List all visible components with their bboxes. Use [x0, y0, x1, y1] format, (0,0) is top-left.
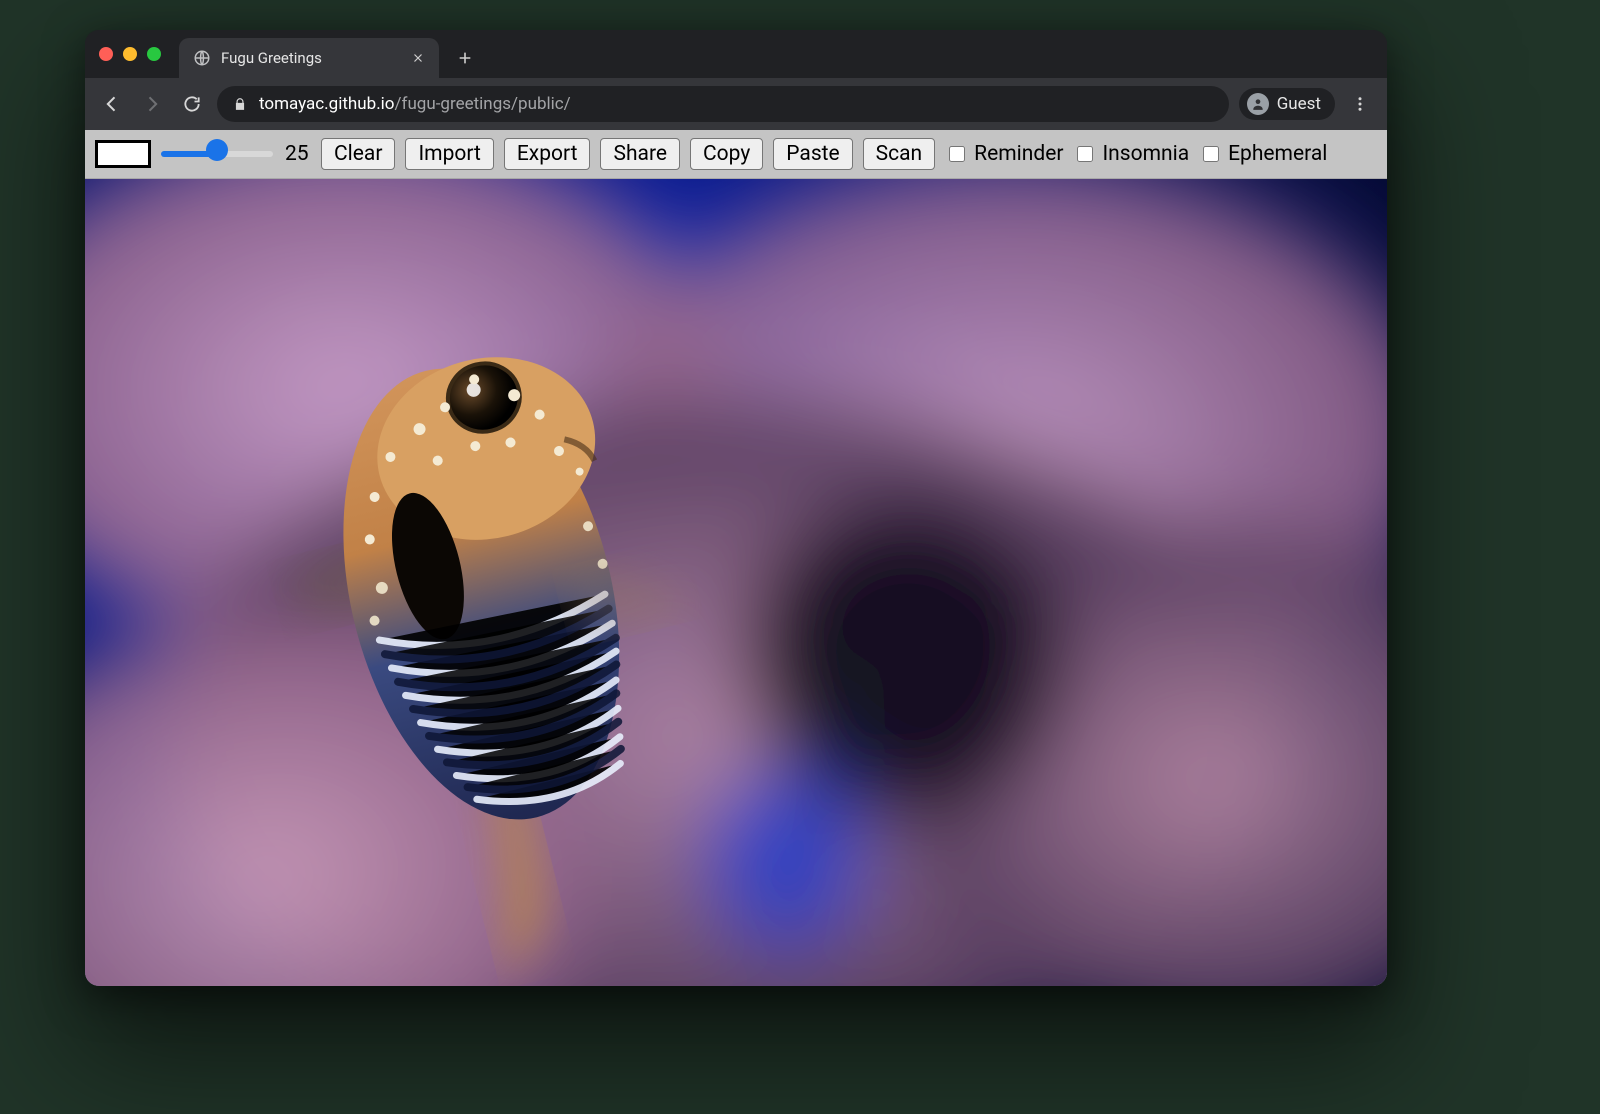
reminder-checkbox-input[interactable] [949, 146, 965, 162]
new-tab-button[interactable] [447, 40, 483, 76]
globe-icon [193, 49, 211, 67]
window-controls [99, 30, 179, 78]
paste-button[interactable]: Paste [773, 138, 852, 170]
insomnia-checkbox-input[interactable] [1077, 146, 1093, 162]
reminder-checkbox[interactable]: Reminder [945, 142, 1063, 166]
browser-toolbar: tomayac.github.io/fugu-greetings/public/… [85, 78, 1387, 130]
share-button[interactable]: Share [600, 138, 680, 170]
url-text: tomayac.github.io/fugu-greetings/public/ [259, 94, 571, 114]
window-zoom-button[interactable] [147, 47, 161, 61]
back-button[interactable] [97, 89, 127, 119]
window-close-button[interactable] [99, 47, 113, 61]
brush-size-slider-wrap [161, 149, 275, 159]
page-content: 25 Clear Import Export Share Copy Paste … [85, 130, 1387, 986]
browser-menu-button[interactable] [1345, 89, 1375, 119]
ephemeral-checkbox[interactable]: Ephemeral [1199, 142, 1327, 166]
address-bar[interactable]: tomayac.github.io/fugu-greetings/public/ [217, 86, 1229, 122]
url-host: tomayac.github.io [259, 94, 395, 114]
ephemeral-checkbox-input[interactable] [1203, 146, 1219, 162]
guest-label: Guest [1277, 94, 1321, 114]
import-button[interactable]: Import [405, 138, 493, 170]
insomnia-label: Insomnia [1102, 142, 1189, 166]
ephemeral-label: Ephemeral [1228, 142, 1327, 166]
brush-size-slider[interactable] [163, 151, 273, 157]
export-button[interactable]: Export [504, 138, 591, 170]
window-minimize-button[interactable] [123, 47, 137, 61]
url-path: /fugu-greetings/public/ [395, 94, 571, 114]
insomnia-checkbox[interactable]: Insomnia [1073, 142, 1189, 166]
reminder-label: Reminder [974, 142, 1063, 166]
clear-button[interactable]: Clear [321, 138, 395, 170]
avatar-icon [1247, 93, 1269, 115]
lock-icon [233, 96, 247, 112]
browser-tab-active[interactable]: Fugu Greetings [179, 38, 439, 78]
reload-button[interactable] [177, 89, 207, 119]
tab-strip: Fugu Greetings [85, 30, 1387, 78]
browser-window: Fugu Greetings [85, 30, 1387, 986]
tab-title: Fugu Greetings [221, 49, 401, 67]
app-toolbar: 25 Clear Import Export Share Copy Paste … [85, 130, 1387, 179]
profile-guest-pill[interactable]: Guest [1239, 88, 1335, 120]
scan-button[interactable]: Scan [863, 138, 935, 170]
copy-button[interactable]: Copy [690, 138, 763, 170]
brush-size-value: 25 [285, 142, 311, 166]
forward-button[interactable] [137, 89, 167, 119]
close-icon[interactable] [411, 51, 425, 65]
color-swatch[interactable] [95, 140, 151, 168]
canvas-area[interactable] [85, 179, 1387, 986]
